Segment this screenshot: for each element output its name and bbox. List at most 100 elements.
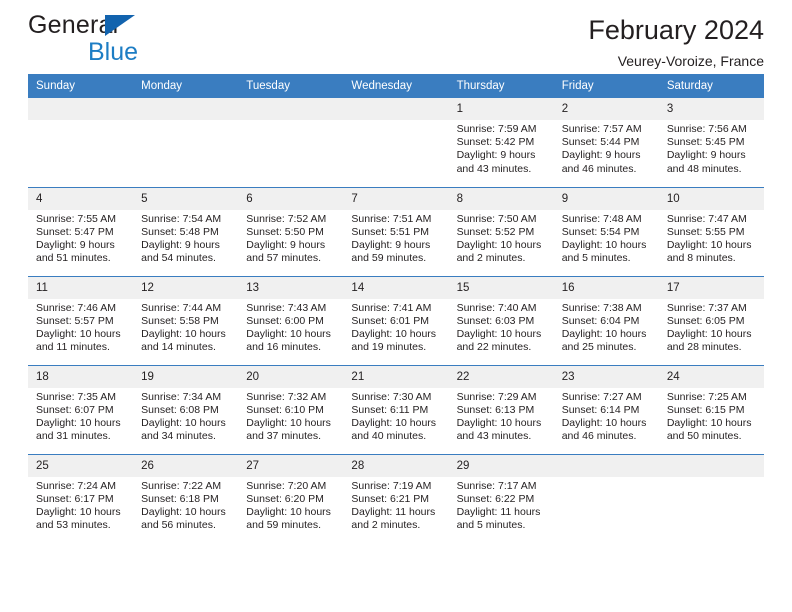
- calendar-week-row: 4 Sunrise: 7:55 AM Sunset: 5:47 PM Daylight…: [28, 186, 764, 276]
- day-details: Sunrise: 7:20 AM Sunset: 6:20 PM Daylight:…: [238, 477, 343, 533]
- day-number: 6: [238, 187, 344, 210]
- calendar-day-cell[interactable]: 28 Sunrise: 7:19 AM Sunset: 6:21 PM Dayligh…: [343, 453, 449, 543]
- sunset-time: Sunset: 5:54 PM: [561, 225, 640, 238]
- calendar-day-cell[interactable]: 14 Sunrise: 7:41 AM Sunset: 6:01 PM Dayligh…: [343, 275, 449, 365]
- daylight-duration-line2: and 59 minutes.: [351, 252, 427, 265]
- day-number: [133, 98, 239, 120]
- calendar-day-cell[interactable]: 8 Sunrise: 7:50 AM Sunset: 5:52 PM Daylight…: [448, 186, 554, 276]
- daylight-duration-line2: and 43 minutes.: [456, 430, 532, 443]
- calendar-day-cell[interactable]: 29 Sunrise: 7:17 AM Sunset: 6:22 PM Dayligh…: [448, 453, 554, 544]
- day-details: Sunrise: 7:47 AM Sunset: 5:55 PM Daylight:…: [659, 210, 764, 266]
- day-cell-inner: 26 Sunrise: 7:22 AM Sunset: 6:18 PM Dayligh…: [133, 454, 239, 544]
- calendar-day-cell[interactable]: 20 Sunrise: 7:32 AM Sunset: 6:10 PM Dayligh…: [238, 364, 344, 454]
- calendar-day-cell[interactable]: 21 Sunrise: 7:30 AM Sunset: 6:11 PM Dayligh…: [343, 364, 449, 454]
- day-cell-inner: [238, 98, 344, 187]
- day-cell-inner: 29 Sunrise: 7:17 AM Sunset: 6:22 PM Dayligh…: [448, 454, 554, 544]
- day-cell-inner: 10 Sunrise: 7:47 AM Sunset: 5:55 PM Dayligh…: [658, 187, 764, 276]
- day-number: 29: [448, 454, 554, 477]
- daylight-duration-line2: and 8 minutes.: [666, 252, 736, 265]
- calendar-week-row: 25 Sunrise: 7:24 AM Sunset: 6:17 PM Dayligh…: [28, 453, 764, 544]
- daylight-duration-line1: Daylight: 9 hours: [456, 149, 536, 162]
- day-number: 27: [238, 454, 344, 477]
- logo-text-blue: Blue: [88, 38, 139, 66]
- day-cell-inner: 17 Sunrise: 7:37 AM Sunset: 6:05 PM Dayligh…: [658, 276, 764, 365]
- calendar-day-cell-empty: [238, 98, 344, 187]
- day-details: Sunrise: 7:30 AM Sunset: 6:11 PM Daylight:…: [343, 388, 448, 444]
- day-number: 26: [133, 454, 239, 477]
- general-blue-logo[interactable]: General Blue: [28, 12, 218, 68]
- sunrise-time: Sunrise: 7:25 AM: [666, 390, 747, 403]
- calendar-day-cell[interactable]: 9 Sunrise: 7:48 AM Sunset: 5:54 PM Daylight…: [553, 186, 659, 276]
- daylight-duration-line1: Daylight: 10 hours: [246, 505, 331, 518]
- calendar-day-cell[interactable]: 18 Sunrise: 7:35 AM Sunset: 6:07 PM Dayligh…: [28, 364, 134, 454]
- calendar-day-cell[interactable]: 3 Sunrise: 7:56 AM Sunset: 5:45 PM Daylight…: [658, 98, 764, 187]
- daylight-duration-line1: Daylight: 10 hours: [36, 327, 121, 340]
- calendar-day-cell[interactable]: 11 Sunrise: 7:46 AM Sunset: 5:57 PM Dayligh…: [28, 275, 134, 365]
- daylight-duration-line1: Daylight: 10 hours: [36, 416, 121, 429]
- day-number: 15: [448, 276, 554, 299]
- day-details: Sunrise: 7:24 AM Sunset: 6:17 PM Daylight:…: [28, 477, 133, 533]
- day-cell-inner: [658, 454, 764, 544]
- calendar-day-cell[interactable]: 23 Sunrise: 7:27 AM Sunset: 6:14 PM Dayligh…: [553, 364, 659, 454]
- daylight-duration-line2: and 46 minutes.: [561, 162, 637, 175]
- sunrise-time: Sunrise: 7:46 AM: [36, 301, 116, 314]
- sunset-time: Sunset: 6:15 PM: [666, 403, 745, 416]
- calendar-day-cell[interactable]: 7 Sunrise: 7:51 AM Sunset: 5:51 PM Daylight…: [343, 186, 449, 276]
- daylight-duration-line1: Daylight: 10 hours: [246, 327, 331, 340]
- calendar-day-cell[interactable]: 25 Sunrise: 7:24 AM Sunset: 6:17 PM Dayligh…: [28, 453, 134, 544]
- calendar-day-cell[interactable]: 19 Sunrise: 7:34 AM Sunset: 6:08 PM Dayligh…: [133, 364, 239, 454]
- calendar-day-cell[interactable]: 27 Sunrise: 7:20 AM Sunset: 6:20 PM Dayligh…: [238, 453, 344, 543]
- day-cell-inner: 9 Sunrise: 7:48 AM Sunset: 5:54 PM Daylight…: [553, 187, 659, 276]
- daylight-duration-line1: Daylight: 10 hours: [666, 327, 752, 340]
- day-details: Sunrise: 7:48 AM Sunset: 5:54 PM Daylight:…: [554, 210, 659, 266]
- logo-triangle-icon: [105, 15, 135, 36]
- calendar-day-cell[interactable]: 12 Sunrise: 7:44 AM Sunset: 5:58 PM Dayligh…: [133, 275, 239, 365]
- day-cell-inner: 25 Sunrise: 7:24 AM Sunset: 6:17 PM Dayligh…: [28, 454, 134, 544]
- day-number: 25: [28, 454, 134, 477]
- sunset-time: Sunset: 5:42 PM: [456, 136, 535, 149]
- daylight-duration-line2: and 50 minutes.: [666, 430, 742, 443]
- page-header: General Blue February 2024 Veurey-Voroiz…: [28, 0, 764, 74]
- day-cell-inner: 19 Sunrise: 7:34 AM Sunset: 6:08 PM Dayligh…: [133, 365, 239, 454]
- day-cell-inner: 12 Sunrise: 7:44 AM Sunset: 5:58 PM Dayligh…: [133, 276, 239, 365]
- day-details: Sunrise: 7:22 AM Sunset: 6:18 PM Daylight:…: [133, 477, 238, 533]
- day-number: 12: [133, 276, 239, 299]
- calendar-day-cell[interactable]: 4 Sunrise: 7:55 AM Sunset: 5:47 PM Daylight…: [28, 186, 134, 276]
- calendar-day-cell[interactable]: 22 Sunrise: 7:29 AM Sunset: 6:13 PM Dayligh…: [448, 364, 554, 454]
- day-details: Sunrise: 7:38 AM Sunset: 6:04 PM Daylight:…: [554, 299, 659, 355]
- day-cell-inner: 23 Sunrise: 7:27 AM Sunset: 6:14 PM Dayligh…: [553, 365, 659, 454]
- calendar-day-cell[interactable]: 10 Sunrise: 7:47 AM Sunset: 5:55 PM Dayligh…: [658, 186, 764, 276]
- weekday-header-sunday: Sunday: [28, 74, 134, 98]
- daylight-duration-line1: Daylight: 10 hours: [456, 327, 542, 340]
- sunrise-time: Sunrise: 7:38 AM: [561, 301, 642, 314]
- sunrise-time: Sunrise: 7:52 AM: [246, 212, 327, 225]
- calendar-day-cell[interactable]: 15 Sunrise: 7:40 AM Sunset: 6:03 PM Dayligh…: [448, 275, 554, 365]
- day-number: 8: [448, 187, 554, 210]
- calendar-day-cell[interactable]: 17 Sunrise: 7:37 AM Sunset: 6:05 PM Dayligh…: [658, 275, 764, 365]
- calendar-day-cell[interactable]: 13 Sunrise: 7:43 AM Sunset: 6:00 PM Dayligh…: [238, 275, 344, 365]
- day-details: Sunrise: 7:40 AM Sunset: 6:03 PM Daylight:…: [449, 299, 554, 355]
- calendar-day-cell[interactable]: 6 Sunrise: 7:52 AM Sunset: 5:50 PM Daylight…: [238, 186, 344, 276]
- sunrise-time: Sunrise: 7:32 AM: [246, 390, 327, 403]
- calendar-day-cell[interactable]: 16 Sunrise: 7:38 AM Sunset: 6:04 PM Dayligh…: [553, 275, 659, 365]
- calendar-day-cell-empty: [133, 98, 239, 187]
- daylight-duration-line1: Daylight: 9 hours: [351, 238, 431, 251]
- sunset-time: Sunset: 6:22 PM: [456, 492, 535, 505]
- calendar-day-cell[interactable]: 24 Sunrise: 7:25 AM Sunset: 6:15 PM Dayligh…: [658, 364, 764, 454]
- calendar-header-row: Sunday Monday Tuesday Wednesday Thursday…: [28, 74, 764, 98]
- daylight-duration-line1: Daylight: 9 hours: [561, 149, 641, 162]
- daylight-duration-line2: and 22 minutes.: [456, 341, 532, 354]
- day-number: 4: [28, 187, 134, 210]
- calendar-day-cell[interactable]: 5 Sunrise: 7:54 AM Sunset: 5:48 PM Daylight…: [133, 186, 239, 276]
- daylight-duration-line2: and 37 minutes.: [246, 430, 321, 443]
- sunset-time: Sunset: 6:21 PM: [351, 492, 430, 505]
- calendar-day-cell[interactable]: 1 Sunrise: 7:59 AM Sunset: 5:42 PM Daylight…: [448, 98, 554, 187]
- sunset-time: Sunset: 5:47 PM: [36, 225, 114, 238]
- daylight-duration-line1: Daylight: 10 hours: [666, 238, 752, 251]
- sunrise-time: Sunrise: 7:57 AM: [561, 123, 642, 135]
- daylight-duration-line2: and 25 minutes.: [561, 341, 637, 354]
- sunset-time: Sunset: 6:17 PM: [36, 492, 114, 505]
- calendar-day-cell[interactable]: 26 Sunrise: 7:22 AM Sunset: 6:18 PM Dayligh…: [133, 453, 239, 544]
- calendar-day-cell[interactable]: 2 Sunrise: 7:57 AM Sunset: 5:44 PM Daylight…: [553, 98, 659, 187]
- sunrise-time: Sunrise: 7:48 AM: [561, 212, 642, 225]
